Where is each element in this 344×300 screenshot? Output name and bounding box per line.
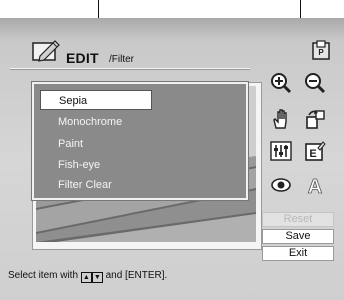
menu-item-paint[interactable]: Paint bbox=[40, 134, 236, 154]
save-button[interactable]: Save bbox=[262, 229, 334, 244]
page-subtitle-text: Filter bbox=[111, 54, 135, 65]
zoom-in-icon[interactable] bbox=[270, 72, 292, 94]
up-arrow-key-icon: ▲ bbox=[80, 272, 92, 283]
filter-edit-icon[interactable]: E bbox=[304, 140, 326, 162]
reset-button[interactable]: Reset bbox=[262, 212, 334, 227]
svg-text:P: P bbox=[318, 48, 324, 57]
filter-menu: Sepia Monochrome Paint Fish-eye Filter C… bbox=[32, 82, 248, 200]
page-subtitle: /Filter bbox=[109, 54, 135, 65]
menu-item-monochrome[interactable]: Monochrome bbox=[40, 112, 236, 132]
menu-item-fish-eye[interactable]: Fish-eye bbox=[40, 155, 236, 175]
header-divider-shadow bbox=[10, 69, 250, 70]
rotate-icon[interactable] bbox=[304, 108, 326, 130]
text-icon[interactable]: A bbox=[304, 174, 326, 196]
svg-text:A: A bbox=[308, 176, 322, 196]
hint-prefix: Select item with bbox=[8, 270, 79, 281]
hand-move-icon[interactable] bbox=[270, 108, 292, 130]
svg-text:E: E bbox=[309, 148, 316, 160]
exit-button[interactable]: Exit bbox=[262, 246, 334, 261]
red-eye-icon[interactable] bbox=[270, 174, 292, 196]
menu-item-filter-clear[interactable]: Filter Clear bbox=[40, 175, 236, 195]
instruction-text: Select item with ▲ ▼ and [ENTER]. bbox=[8, 270, 167, 283]
zoom-out-icon[interactable] bbox=[304, 72, 326, 94]
printer-icon[interactable]: P bbox=[312, 40, 330, 60]
menu-item-sepia[interactable]: Sepia bbox=[40, 90, 152, 110]
down-arrow-key-icon: ▼ bbox=[91, 272, 103, 283]
adjust-sliders-icon[interactable] bbox=[270, 140, 292, 162]
page-title: EDIT bbox=[66, 50, 99, 66]
edit-pencil-icon bbox=[32, 40, 60, 62]
hint-suffix: and [ENTER]. bbox=[105, 270, 168, 281]
